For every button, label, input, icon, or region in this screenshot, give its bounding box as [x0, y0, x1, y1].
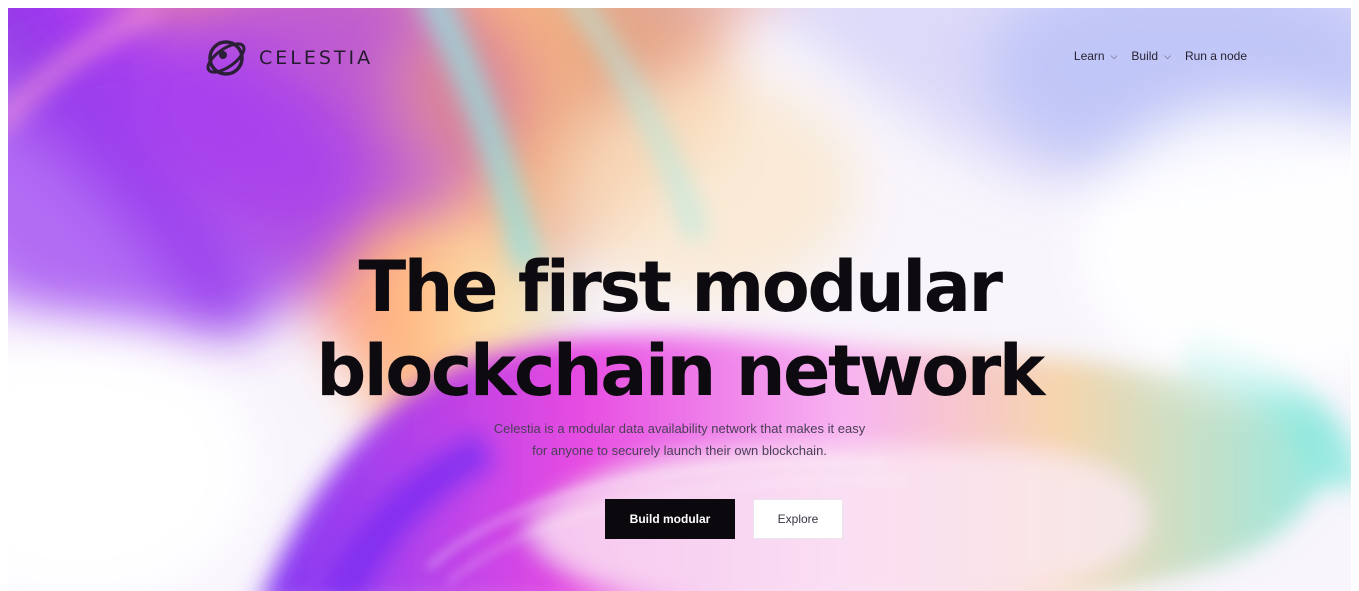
nav-item-run-a-node[interactable]: Run a node [1185, 49, 1247, 63]
chevron-down-icon: ⌵ [1164, 50, 1171, 61]
main-nav: Learn ⌵ Build ⌵ Run a node [1074, 49, 1247, 63]
hero-title-line-2: blockchain network [316, 330, 1045, 412]
brand-name: CELESTIA [259, 47, 374, 69]
hero-subtitle-line-1: Celestia is a modular data availability … [493, 421, 866, 436]
hero-title-line-1: The first modular [358, 246, 1003, 328]
celestia-logo-icon [206, 40, 246, 76]
hero-subtitle: Celestia is a modular data availability … [8, 418, 1351, 462]
chevron-down-icon: ⌵ [1110, 50, 1118, 61]
page: CELESTIA Learn ⌵ Build ⌵ Run a node The … [8, 8, 1351, 591]
hero-title: The first modular blockchain network [8, 245, 1351, 413]
build-modular-button[interactable]: Build modular [605, 499, 735, 539]
hero-subtitle-line-2: for anyone to securely launch their own … [532, 443, 827, 458]
nav-item-learn[interactable]: Learn ⌵ [1074, 49, 1118, 63]
nav-item-label: Learn [1073, 49, 1105, 63]
nav-item-label: Build [1131, 49, 1159, 63]
nav-item-label: Run a node [1184, 49, 1247, 63]
explore-button[interactable]: Explore [753, 499, 843, 539]
nav-item-build[interactable]: Build ⌵ [1131, 49, 1171, 63]
brand-logo[interactable]: CELESTIA [203, 35, 373, 81]
